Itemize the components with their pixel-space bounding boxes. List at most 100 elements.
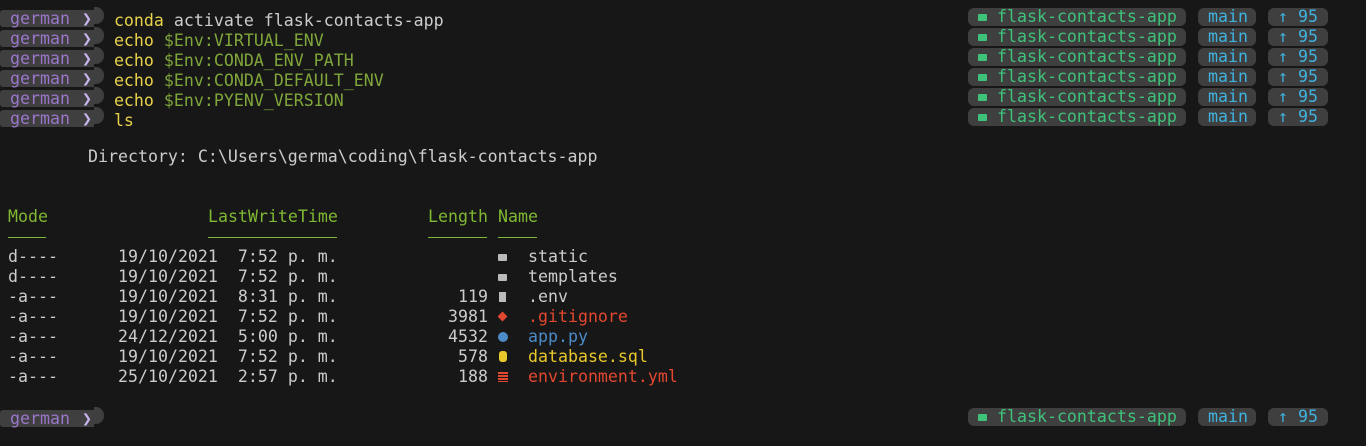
user-segment: german ❯ (0, 50, 94, 67)
directory-line: Directory: C:\Users\germa\coding\flask-c… (88, 147, 598, 166)
row-mode: d---- (8, 267, 58, 286)
terminal-window[interactable]: german ❯ conda activate flask-contacts-a… (0, 0, 1366, 446)
folder-icon (498, 267, 508, 287)
row-lastwritetime: 19/10/2021 7:52 p. m. (118, 307, 338, 326)
prompt-arrow-icon: ❯ (71, 49, 92, 68)
folder-segment: flask-contacts-app (968, 68, 1186, 86)
prompt-user: german (10, 9, 70, 28)
ahead-segment: ↑ 95 (1268, 68, 1328, 86)
prompt-user: german (10, 69, 70, 88)
folder-icon (978, 34, 987, 41)
row-lastwritetime: 24/12/2021 5:00 p. m. (118, 327, 338, 346)
ahead-segment: ↑ 95 (1268, 48, 1328, 66)
file-icon-shape (499, 292, 506, 302)
user-segment: german ❯ (0, 90, 94, 107)
header-lastwritetime: LastWriteTime (208, 207, 338, 226)
folder-segment: flask-contacts-app (968, 408, 1186, 426)
git-icon-shape (497, 311, 508, 322)
folder-icon (978, 414, 987, 421)
ahead-segment: ↑ 95 (1268, 88, 1328, 106)
row-mode: -a--- (8, 287, 58, 306)
folder-icon-shape (498, 274, 507, 281)
prompt-user: german (10, 409, 70, 428)
branch-segment: main (1198, 48, 1256, 66)
row-mode: d---- (8, 247, 58, 266)
row-name[interactable]: static (528, 247, 588, 267)
prompt-user: german (10, 49, 70, 68)
row-length: 4532 (448, 327, 488, 346)
prompt-arrow-icon: ❯ (71, 109, 92, 128)
header-length: Length (428, 207, 488, 226)
row-length: 3981 (448, 307, 488, 326)
row-length: 119 (458, 287, 488, 306)
ahead-segment: ↑ 95 (1268, 8, 1328, 26)
user-segment: german ❯ (0, 110, 94, 127)
prompt-cap (93, 7, 104, 24)
database-icon (498, 347, 508, 367)
folder-name: flask-contacts-app (997, 27, 1177, 46)
prompt-arrow-icon: ❯ (71, 89, 92, 108)
prompt-arrow-icon: ❯ (71, 9, 92, 28)
row-name[interactable]: templates (528, 267, 618, 287)
folder-segment: flask-contacts-app (968, 88, 1186, 106)
prompt-line: german ❯ conda activate flask-contacts-a… (0, 7, 444, 30)
prompt-cap (93, 87, 104, 104)
row-name[interactable]: .env (528, 287, 568, 307)
row-mode: -a--- (8, 307, 58, 326)
header-mode: Mode (8, 207, 48, 226)
branch-segment: main (1198, 408, 1256, 426)
folder-name: flask-contacts-app (997, 67, 1177, 86)
prompt-line: german ❯ ls (0, 107, 134, 130)
row-lastwritetime: 19/10/2021 7:52 p. m. (118, 247, 338, 266)
row-name[interactable]: app.py (528, 327, 588, 347)
row-lastwritetime: 19/10/2021 8:31 p. m. (118, 287, 338, 306)
prompt-arrow-icon: ❯ (71, 69, 92, 88)
header-name: Name (498, 207, 538, 226)
folder-segment: flask-contacts-app (968, 8, 1186, 26)
prompt-user: german (10, 89, 70, 108)
git-icon (497, 307, 508, 327)
folder-segment: flask-contacts-app (968, 28, 1186, 46)
row-lastwritetime: 19/10/2021 7:52 p. m. (118, 267, 338, 286)
branch-segment: main (1198, 108, 1256, 126)
header-mode-underline (8, 237, 46, 238)
folder-name: flask-contacts-app (997, 107, 1177, 126)
prompt-line: german ❯ echo $Env:CONDA_DEFAULT_ENV (0, 67, 384, 90)
branch-segment: main (1198, 68, 1256, 86)
folder-name: flask-contacts-app (997, 47, 1177, 66)
prompt-cap (93, 47, 104, 64)
folder-segment: flask-contacts-app (968, 108, 1186, 126)
row-name[interactable]: database.sql (528, 347, 648, 367)
command-args (154, 91, 164, 110)
command-variable: $Env:PYENV_VERSION (163, 91, 344, 110)
folder-segment: flask-contacts-app (968, 48, 1186, 66)
file-icon (498, 287, 508, 307)
folder-name: flask-contacts-app (997, 407, 1177, 426)
prompt-user: german (10, 109, 70, 128)
database-icon-shape (499, 351, 507, 362)
command-word: ls (113, 111, 134, 130)
prompt-cap (93, 107, 104, 124)
prompt-cap (93, 67, 104, 84)
branch-segment: main (1198, 28, 1256, 46)
row-mode: -a--- (8, 347, 58, 366)
prompt-line: german ❯ echo $Env:CONDA_ENV_PATH (0, 47, 354, 70)
prompt-line: german ❯ echo $Env:PYENV_VERSION (0, 87, 344, 110)
user-segment: german ❯ (0, 30, 94, 47)
row-name[interactable]: .gitignore (528, 307, 628, 327)
row-length (420, 267, 488, 287)
python-icon (498, 327, 508, 347)
branch-segment: main (1198, 88, 1256, 106)
row-length: 188 (458, 367, 488, 386)
prompt-line: german ❯ echo $Env:VIRTUAL_ENV (0, 27, 324, 50)
row-lastwritetime: 19/10/2021 7:52 p. m. (118, 347, 338, 366)
row-name[interactable]: environment.yml (528, 367, 678, 387)
prompt-line: german ❯ (0, 407, 104, 428)
prompt-cap (93, 407, 104, 424)
prompt-arrow-icon: ❯ (71, 409, 92, 428)
row-length (420, 247, 488, 267)
prompt-cap (93, 27, 104, 44)
folder-icon (978, 94, 987, 101)
user-segment: german ❯ (0, 10, 94, 27)
ahead-segment: ↑ 95 (1268, 28, 1328, 46)
